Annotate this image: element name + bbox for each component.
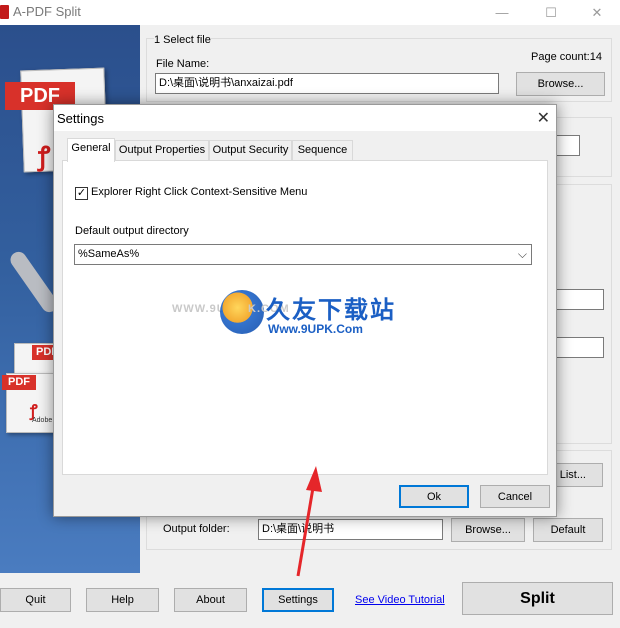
- default-output-directory-label: Default output directory: [75, 225, 189, 237]
- cancel-button[interactable]: Cancel: [480, 485, 550, 508]
- context-menu-checkbox-label[interactable]: Explorer Right Click Context-Sensitive M…: [91, 186, 307, 198]
- split-button[interactable]: Split: [462, 582, 613, 615]
- close-window-button[interactable]: ✕: [574, 0, 620, 25]
- tab-sequence[interactable]: Sequence: [292, 140, 353, 160]
- default-output-directory-value: %SameAs%: [78, 248, 140, 260]
- watermark-url-left: WWW.9U: [172, 303, 226, 315]
- window-title: A-PDF Split: [13, 4, 81, 19]
- video-tutorial-link[interactable]: See Video Tutorial: [355, 594, 445, 606]
- adobe-label: Adobe: [32, 417, 53, 424]
- browse-output-button[interactable]: Browse...: [451, 518, 525, 542]
- close-icon[interactable]: ✕: [537, 108, 550, 128]
- context-menu-checkbox[interactable]: ✓: [75, 187, 88, 200]
- app-icon: [0, 5, 9, 19]
- file-name-label: File Name:: [156, 58, 210, 70]
- minimize-button[interactable]: —: [479, 0, 525, 25]
- dialog-title: Settings: [57, 111, 104, 126]
- dialog-title-bar: Settings ✕: [54, 105, 556, 131]
- pdf-badge: PDF: [2, 375, 36, 390]
- title-bar: A-PDF Split — ☐ ✕: [0, 0, 620, 25]
- browse-file-button[interactable]: Browse...: [516, 72, 605, 96]
- help-button[interactable]: Help: [86, 588, 159, 612]
- file-name-input[interactable]: D:\桌面\说明书\anxaizai.pdf: [155, 73, 499, 94]
- about-button[interactable]: About: [174, 588, 247, 612]
- watermark-url-text: Www.9UPK.Com: [268, 322, 363, 336]
- chevron-down-icon: ⌵: [517, 247, 527, 261]
- tab-output-properties[interactable]: Output Properties: [115, 140, 209, 160]
- ok-button[interactable]: Ok: [399, 485, 469, 508]
- option-input[interactable]: [555, 289, 604, 310]
- annotation-arrow: [296, 466, 322, 577]
- default-output-directory-select[interactable]: %SameAs% ⌵: [74, 244, 532, 265]
- page-count: Page count:14: [531, 51, 602, 63]
- range-input[interactable]: [555, 135, 580, 156]
- output-folder-input[interactable]: D:\桌面\说明书: [258, 519, 443, 540]
- select-file-group-label: 1 Select file: [154, 34, 211, 46]
- acrobat-swoosh-icon: ꝭ: [38, 141, 51, 171]
- quit-button[interactable]: Quit: [0, 588, 71, 612]
- tab-general[interactable]: General: [67, 138, 115, 162]
- default-folder-button[interactable]: Default: [533, 518, 603, 542]
- tab-output-security[interactable]: Output Security: [209, 140, 292, 160]
- output-folder-label: Output folder:: [163, 523, 230, 535]
- option-input[interactable]: [555, 337, 604, 358]
- settings-button[interactable]: Settings: [262, 588, 334, 612]
- watermark-cn-text: 久友下载站: [266, 297, 396, 324]
- maximize-button[interactable]: ☐: [528, 0, 574, 25]
